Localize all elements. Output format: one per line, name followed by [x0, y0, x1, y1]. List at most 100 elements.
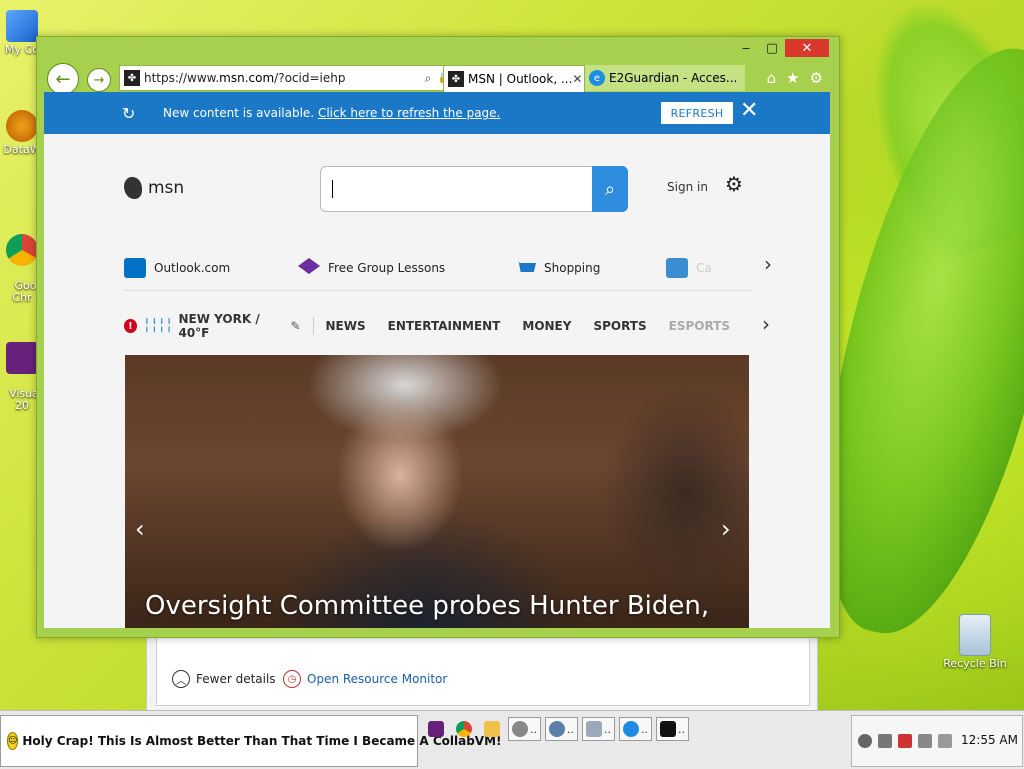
forward-button[interactable]: → [87, 68, 111, 92]
maximize-button[interactable]: ▢ [759, 39, 785, 57]
msn-favicon: ✤ [124, 70, 140, 86]
chrome-icon [456, 721, 472, 737]
quick-link-shopping[interactable]: Shopping [514, 258, 600, 278]
taskbar-apps: .. .. .. .. .. [424, 717, 689, 741]
arrow-left-icon: ← [55, 68, 71, 90]
refresh-button[interactable]: REFRESH [661, 102, 733, 124]
tab-label: E2Guardian - Acces... [609, 71, 738, 85]
url-domain: msn.com [219, 71, 275, 85]
open-resource-monitor-label: Open Resource Monitor [307, 672, 448, 686]
home-icon[interactable]: ⌂ [767, 69, 777, 87]
close-window-button[interactable]: ✕ [785, 39, 829, 57]
nav-esports[interactable]: ESPORTS [669, 319, 730, 333]
banner-text: New content is available. [163, 106, 318, 120]
minimize-button[interactable]: ‒ [733, 39, 759, 57]
chevron-right-icon[interactable]: › [764, 252, 772, 276]
quick-link-cars[interactable]: Ca [666, 258, 712, 278]
clock[interactable]: 12:55 AM [961, 733, 1018, 747]
tray-stop-icon[interactable] [878, 734, 892, 748]
quick-link-label: Ca [696, 261, 712, 275]
taskbar-explorer[interactable] [480, 717, 504, 741]
desktop-icon-label: Goo Chr [12, 279, 37, 304]
weather-widget[interactable]: ! ╎╎╎╎ NEW YORK / 40°F ✎ [124, 312, 301, 340]
carousel-next-icon[interactable]: › [721, 515, 731, 543]
close-banner-icon[interactable]: ✕ [740, 99, 758, 123]
desktop-icon-label: My Co [5, 43, 39, 56]
sign-in-link[interactable]: Sign in [667, 180, 708, 194]
tab-label: MSN | Outlook, ... [468, 72, 573, 86]
hero-carousel[interactable]: ‹ › Oversight Committee probes Hunter Bi… [125, 355, 749, 628]
quick-link-free-group-lessons[interactable]: Free Group Lessons [298, 258, 445, 278]
refresh-icon: ↻ [122, 104, 136, 123]
page-viewport: ↻ New content is available. Click here t… [44, 92, 830, 628]
pencil-icon[interactable]: ✎ [291, 319, 301, 333]
weather-label: NEW YORK / 40°F [178, 312, 260, 340]
folder-icon [484, 721, 500, 737]
quick-link-outlook[interactable]: Outlook.com [124, 258, 230, 278]
fewer-details-button[interactable]: ︿ Fewer details [172, 670, 276, 688]
app-icon [512, 721, 528, 737]
taskbar-app-3[interactable]: .. [582, 717, 615, 741]
url-prefix: https://www. [144, 71, 220, 85]
address-bar[interactable]: ✤ https://www.msn.com/?ocid=iehp ⌕ 🔒 ↻ [119, 65, 473, 91]
taskbar-app-1[interactable]: .. [508, 717, 541, 741]
taskbar-cmd[interactable]: .. [656, 717, 689, 741]
network-icon [586, 721, 602, 737]
nav-sports[interactable]: SPORTS [593, 319, 646, 333]
settings-gear-icon[interactable]: ⚙ [725, 172, 743, 196]
back-button[interactable]: ← [47, 63, 79, 95]
tray-app-icon[interactable] [858, 734, 872, 748]
carousel-prev-icon[interactable]: ‹ [135, 515, 145, 543]
msn-logo[interactable]: msn [124, 177, 184, 199]
desktop-icon-label: DataW [3, 143, 41, 156]
quick-link-label: Outlook.com [154, 261, 231, 275]
navigation-bar: ← → ✤ https://www.msn.com/?ocid=iehp ⌕ 🔒… [45, 63, 831, 95]
banner-refresh-link[interactable]: Click here to refresh the page. [318, 106, 500, 120]
butterfly-icon [124, 177, 142, 199]
taskbar-visual-studio[interactable] [424, 717, 448, 741]
car-icon [666, 258, 688, 278]
quick-links: Outlook.com Free Group Lessons Shopping … [124, 250, 772, 290]
category-nav: ! ╎╎╎╎ NEW YORK / 40°F ✎ NEWS ENTERTAINM… [124, 312, 752, 340]
taskbar-app-2[interactable]: .. [545, 717, 578, 741]
command-prompt-icon [660, 721, 676, 737]
logo-text: msn [148, 178, 185, 198]
nav-news[interactable]: NEWS [326, 319, 366, 333]
taskbar-chrome[interactable] [452, 717, 476, 741]
arrow-right-icon: → [93, 72, 105, 88]
recycle-bin-icon [959, 614, 991, 656]
chrome-icon [6, 234, 38, 266]
search-icon: ⌕ [604, 178, 616, 200]
search-input[interactable] [320, 166, 628, 212]
taskbar-message[interactable]: ☺ Holy Crap! This Is Almost Better Than … [0, 715, 502, 767]
new-content-banner: ↻ New content is available. Click here t… [44, 92, 830, 134]
tools-gear-icon[interactable]: ⚙ [810, 69, 823, 87]
browser-window: ‒ ▢ ✕ ← → ✤ https://www.msn.com/?ocid=ie… [36, 36, 840, 638]
volume-icon[interactable] [938, 734, 952, 748]
address-url[interactable]: https://www.msn.com/?ocid=iehp [144, 71, 425, 85]
nav-separator [312, 317, 314, 335]
nav-entertainment[interactable]: ENTERTAINMENT [388, 319, 501, 333]
visual-studio-icon [428, 721, 444, 737]
action-center-flag-icon[interactable] [898, 734, 912, 748]
desktop-icon-label: Recycle Bin [943, 657, 1007, 670]
close-tab-icon[interactable]: ✕ [572, 72, 582, 86]
task-manager-content [156, 630, 810, 706]
tab-msn[interactable]: ✤ MSN | Outlook, ... ✕ [443, 65, 585, 92]
search-button[interactable]: ⌕ [592, 166, 628, 212]
tab-e2guardian[interactable]: e E2Guardian - Acces... [585, 65, 745, 91]
open-resource-monitor-link[interactable]: ◷ Open Resource Monitor [283, 670, 447, 688]
search-dropdown-icon[interactable]: ⌕ [425, 71, 432, 86]
chevron-right-icon[interactable]: › [762, 312, 770, 336]
quick-link-label: Shopping [544, 261, 601, 275]
taskbar-ie[interactable]: .. [619, 717, 652, 741]
shopping-cart-icon [514, 260, 536, 272]
favorites-star-icon[interactable]: ★ [786, 69, 799, 87]
section-divider [124, 290, 752, 291]
nav-money[interactable]: MONEY [522, 319, 571, 333]
hero-caption[interactable]: Oversight Committee probes Hunter Biden, [145, 591, 709, 621]
quick-link-label: Free Group Lessons [328, 261, 446, 275]
network-icon[interactable] [918, 734, 932, 748]
ie-favicon: e [589, 70, 605, 86]
desktop-icon-recycle-bin[interactable]: Recycle Bin [940, 614, 1010, 670]
